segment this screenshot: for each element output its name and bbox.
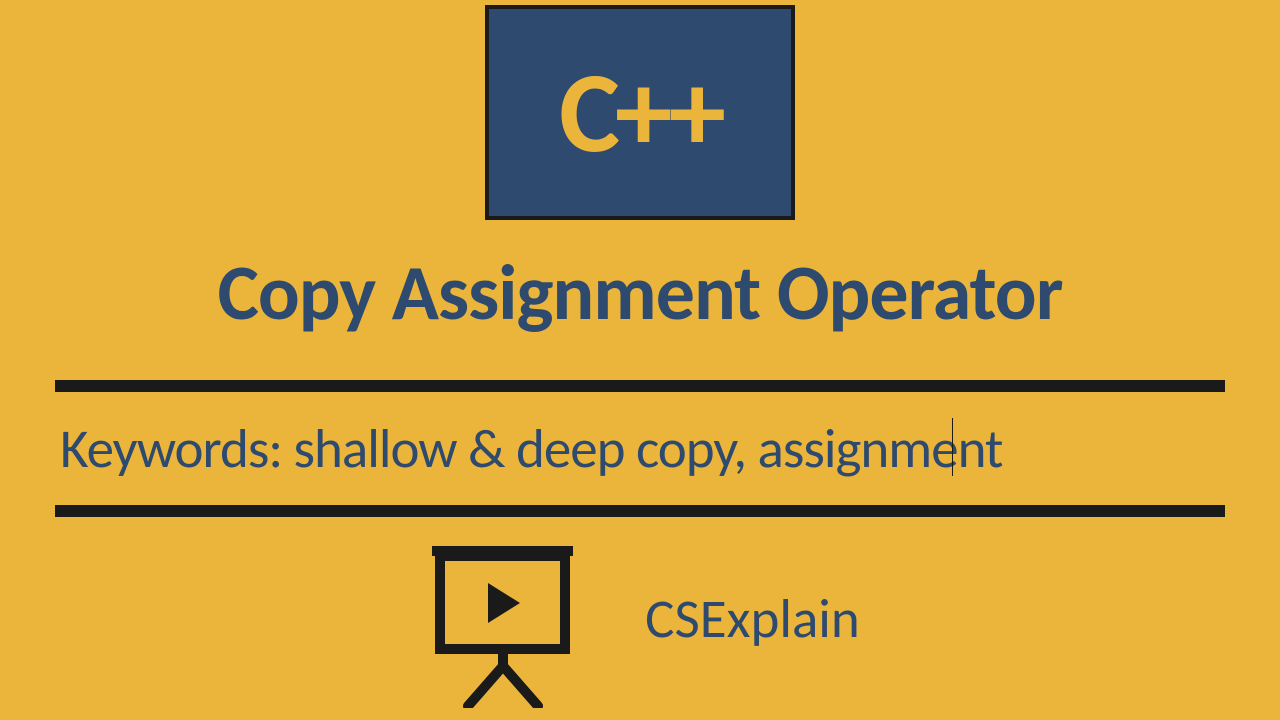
divider-top xyxy=(55,380,1225,392)
text-cursor xyxy=(952,418,953,476)
channel-name: CSExplain xyxy=(645,585,860,652)
cpp-logo-box: C++ xyxy=(485,5,795,220)
cpp-logo-text: C++ xyxy=(559,55,721,170)
main-title: Copy Assignment Operator xyxy=(0,245,1280,340)
divider-bottom xyxy=(55,505,1225,517)
presentation-play-icon xyxy=(420,528,585,708)
keywords-text: Keywords: shallow & deep copy, assignmen… xyxy=(60,415,1220,482)
footer-section: CSExplain xyxy=(0,528,1280,708)
